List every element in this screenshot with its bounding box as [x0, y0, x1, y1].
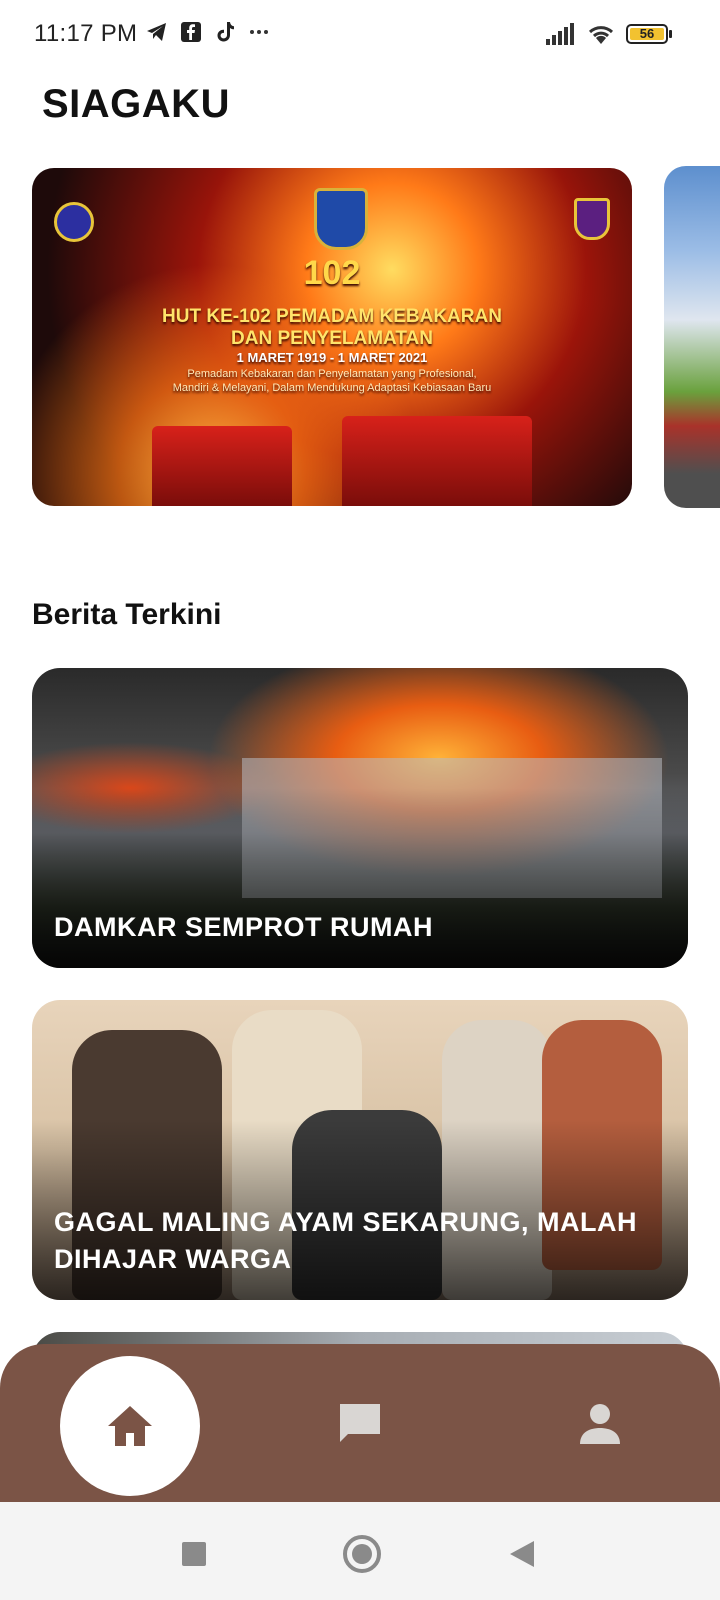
banner-carousel-next[interactable]	[664, 166, 720, 508]
fire-truck-image	[342, 416, 532, 506]
home-icon	[108, 1406, 152, 1446]
banner-carousel-item[interactable]: 102 HUT KE-102 PEMADAM KEBAKARAN DAN PEN…	[32, 168, 632, 506]
banner-badge: 102	[303, 254, 361, 292]
profile-icon[interactable]	[578, 1402, 622, 1446]
system-status-icons: 56	[546, 22, 672, 46]
wifi-icon	[588, 26, 614, 44]
facebook-icon	[181, 22, 201, 42]
damkar-logo-icon	[574, 198, 610, 240]
tiktok-icon	[217, 22, 234, 42]
news-card[interactable]: DAMKAR SEMPROT RUMAH	[32, 668, 688, 968]
chat-icon[interactable]	[336, 1400, 384, 1448]
news-title: DAMKAR SEMPROT RUMAH	[54, 912, 433, 942]
signal-icon	[546, 23, 574, 45]
news-card[interactable]: GAGAL MALING AYAM SEKARUNG, MALAH DIHAJA…	[32, 1000, 688, 1300]
telegram-icon	[147, 23, 166, 41]
back-button[interactable]	[510, 1541, 534, 1567]
banner-headline-1: HUT KE-102 PEMADAM KEBAKARAN	[162, 306, 502, 327]
banner-date: 1 MARET 1919 - 1 MARET 2021	[236, 350, 428, 365]
recent-apps-button[interactable]	[182, 1542, 206, 1566]
battery-icon: 56	[626, 24, 672, 44]
banner-tagline-1: Pemadam Kebakaran dan Penyelamatan yang …	[187, 368, 477, 380]
home-button[interactable]	[343, 1535, 381, 1573]
section-title: Berita Terkini	[32, 598, 222, 631]
banner-tagline-2: Mandiri & Melayani, Dalam Mendukung Adap…	[172, 382, 492, 394]
notification-icons	[145, 20, 271, 44]
status-bar: 11:17 PM 56	[0, 0, 720, 70]
status-time: 11:17 PM	[34, 20, 138, 47]
banner-headline-2: DAN PENYELAMATAN	[231, 328, 433, 349]
nav-home-button[interactable]	[60, 1356, 200, 1496]
emblem-icon	[314, 188, 368, 250]
system-nav-bar	[0, 1502, 720, 1600]
app-title: SIAGAKU	[42, 82, 230, 126]
fire-truck-image	[152, 426, 292, 506]
battery-level: 56	[639, 26, 655, 41]
more-dots-icon	[250, 30, 268, 34]
news-title: GAGAL MALING AYAM SEKARUNG, MALAH DIHAJA…	[54, 1207, 638, 1274]
bottom-nav	[0, 1344, 720, 1502]
agency-logo-icon	[54, 202, 94, 242]
